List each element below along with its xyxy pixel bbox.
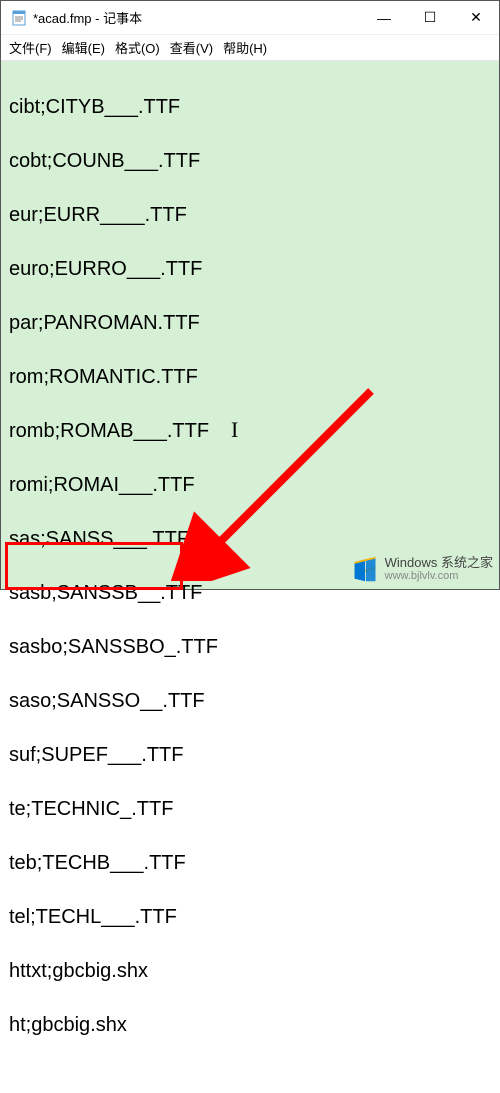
- menu-file[interactable]: 文件(F): [9, 38, 52, 57]
- menu-view[interactable]: 查看(V): [170, 38, 213, 57]
- window-title: *acad.fmp - 记事本: [33, 8, 361, 27]
- maximize-button[interactable]: ☐: [407, 1, 453, 34]
- text-line[interactable]: cobt;COUNB___.TTF: [9, 148, 491, 175]
- text-line[interactable]: cibt;CITYB___.TTF: [9, 94, 491, 121]
- text-line[interactable]: romi;ROMAI___.TTF: [9, 472, 491, 499]
- watermark-title: Windows 系统之家: [385, 556, 493, 570]
- menu-edit[interactable]: 编辑(E): [62, 38, 105, 57]
- text-line[interactable]: euro;EURRO___.TTF: [9, 256, 491, 283]
- watermark: Windows 系统之家 www.bjlvlv.com: [351, 555, 493, 583]
- text-line[interactable]: tel;TECHL___.TTF: [9, 904, 491, 931]
- text-line[interactable]: teb;TECHB___.TTF: [9, 850, 491, 877]
- notepad-icon: [11, 10, 27, 26]
- text-line[interactable]: ht;gbcbig.shx: [9, 1012, 491, 1039]
- text-line[interactable]: rom;ROMANTIC.TTF: [9, 364, 491, 391]
- menu-help[interactable]: 帮助(H): [223, 38, 267, 57]
- notepad-window: *acad.fmp - 记事本 — ☐ ✕ 文件(F) 编辑(E) 格式(O) …: [0, 0, 500, 590]
- text-line[interactable]: romb;ROMAB___.TTF: [9, 418, 491, 445]
- minimize-button[interactable]: —: [361, 1, 407, 34]
- watermark-url: www.bjlvlv.com: [385, 570, 493, 582]
- menubar: 文件(F) 编辑(E) 格式(O) 查看(V) 帮助(H): [1, 35, 499, 61]
- text-cursor-icon: I: [231, 417, 238, 443]
- menu-format[interactable]: 格式(O): [115, 38, 160, 57]
- text-line[interactable]: suf;SUPEF___.TTF: [9, 742, 491, 769]
- text-line[interactable]: eur;EURR____.TTF: [9, 202, 491, 229]
- window-controls: — ☐ ✕: [361, 1, 499, 34]
- text-line[interactable]: te;TECHNIC_.TTF: [9, 796, 491, 823]
- close-button[interactable]: ✕: [453, 1, 499, 34]
- titlebar[interactable]: *acad.fmp - 记事本 — ☐ ✕: [1, 1, 499, 35]
- text-line[interactable]: par;PANROMAN.TTF: [9, 310, 491, 337]
- text-line[interactable]: sas;SANSS___.TTF: [9, 526, 491, 553]
- windows-logo-icon: [351, 555, 379, 583]
- text-area[interactable]: cibt;CITYB___.TTF cobt;COUNB___.TTF eur;…: [1, 61, 499, 589]
- text-line[interactable]: httxt;gbcbig.shx: [9, 958, 491, 985]
- text-line[interactable]: sasbo;SANSSBO_.TTF: [9, 634, 491, 661]
- text-line[interactable]: saso;SANSSO__.TTF: [9, 688, 491, 715]
- text-line[interactable]: sasb;SANSSB__.TTF: [9, 580, 491, 607]
